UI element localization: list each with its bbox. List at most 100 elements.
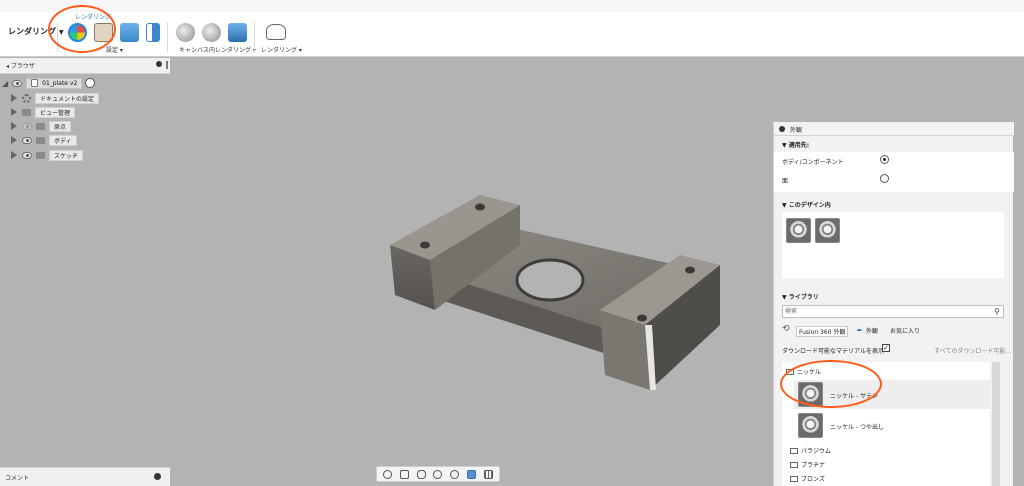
in-design-swatches xyxy=(782,212,1004,278)
library-search-input[interactable] xyxy=(785,307,985,316)
library-search-box: ⚲ xyxy=(782,305,1004,318)
capture-image-icon[interactable] xyxy=(228,23,247,42)
folder-bronze[interactable]: ブロンズ xyxy=(790,474,825,483)
expand-icon[interactable] xyxy=(11,122,17,130)
mounting-hole xyxy=(685,266,695,274)
pin-icon[interactable] xyxy=(156,61,162,67)
folder-icon xyxy=(36,136,45,144)
material-nickel-polished[interactable]: ニッケル - つや出し xyxy=(794,411,990,440)
option-body-component-label: ボディ/コンポーネント xyxy=(782,159,844,166)
downloadable-label: ダウンロード可能なマテリアルを表示 xyxy=(782,348,884,355)
expand-icon[interactable] xyxy=(11,151,17,159)
panel-header: 外観 xyxy=(774,122,1014,136)
apply-to-options: ボディ/コンポーネント 面 xyxy=(774,152,1014,192)
browser-item-origin[interactable]: 原点 xyxy=(11,120,72,132)
annotation-circle xyxy=(780,360,882,408)
browser-item-label: ビュー管理 xyxy=(35,106,76,118)
fit-icon[interactable] xyxy=(450,469,460,479)
panel-grip-icon[interactable] xyxy=(166,61,168,69)
orbit-icon[interactable] xyxy=(382,469,392,479)
browser-item-label: ドキュメントの設定 xyxy=(35,92,100,104)
title-bar xyxy=(0,0,1024,12)
refresh-icon[interactable]: ⟲ xyxy=(782,324,790,334)
folder-icon xyxy=(36,151,45,159)
display-settings-icon[interactable] xyxy=(467,469,477,479)
group-label-in-canvas-render[interactable]: キャンバス内レンダリング ▾ xyxy=(179,45,256,54)
tab-my-appearances[interactable]: 外観 xyxy=(866,326,878,335)
visibility-eye-icon[interactable] xyxy=(12,79,23,87)
close-icon[interactable] xyxy=(779,126,785,132)
in-design-section[interactable]: ▼ このデザイン内 xyxy=(782,200,831,209)
folder-platinum[interactable]: プラチナ xyxy=(790,460,825,469)
browser-header: ◂ ブラウザ xyxy=(0,58,170,74)
document-icon xyxy=(31,79,39,87)
teapot-render-icon[interactable] xyxy=(266,24,286,40)
mounting-hole xyxy=(475,203,485,211)
browser-item-document-settings[interactable]: ドキュメントの設定 xyxy=(11,92,100,104)
activate-radio-icon[interactable] xyxy=(85,78,96,88)
scene-settings-icon[interactable] xyxy=(120,23,139,42)
appearance-panel: 外観 ▼ 適用先: ボディ/コンポーネント 面 ▼ このデザイン内 ▼ ライブラ… xyxy=(773,122,1014,486)
mounting-hole xyxy=(637,314,647,322)
divider xyxy=(254,22,255,52)
folder-icon xyxy=(790,462,798,468)
material-swatch xyxy=(798,413,823,438)
root-component[interactable]: 01_plate v2 xyxy=(26,77,83,89)
tab-fusion-appearances[interactable]: Fusion 360 外観 xyxy=(796,326,849,337)
ribbon-toolbar: レンダリング▼ レンダリング 設定 ▾ キャンバス内レンダリング ▾ レンダリン… xyxy=(0,12,1024,57)
expand-icon[interactable] xyxy=(11,108,17,116)
option-body-component-radio[interactable] xyxy=(880,155,889,164)
collapse-icon[interactable]: ◢ xyxy=(2,79,8,88)
material-label: ニッケル - つや出し xyxy=(830,424,884,431)
expand-icon[interactable] xyxy=(11,94,17,102)
center-hole xyxy=(515,258,585,302)
material-swatch[interactable] xyxy=(815,218,840,243)
library-section[interactable]: ▼ ライブラリ xyxy=(782,292,819,301)
visibility-eye-icon[interactable] xyxy=(22,136,32,144)
model-viewport[interactable] xyxy=(380,185,730,395)
comments-title: コメント xyxy=(5,475,30,482)
tab-favorites[interactable]: お気に入り xyxy=(890,326,920,335)
mounting-hole xyxy=(420,241,430,249)
search-icon[interactable]: ⚲ xyxy=(994,307,1000,316)
expand-icon[interactable] xyxy=(11,136,17,144)
folder-label: パラジウム xyxy=(801,448,831,455)
group-label-render[interactable]: レンダリング ▾ xyxy=(261,45,302,54)
option-face-label: 面 xyxy=(782,178,789,185)
apply-to-section[interactable]: ▼ 適用先: xyxy=(782,140,809,149)
browser-item-label: ボディ xyxy=(49,134,77,146)
browser-item-bodies[interactable]: ボディ xyxy=(11,134,77,146)
comments-bar: コメント xyxy=(0,467,170,486)
browser-item-sketches[interactable]: スケッチ xyxy=(11,149,84,161)
group-label-setup[interactable]: 設定 ▾ xyxy=(106,45,123,54)
grid-icon[interactable] xyxy=(483,469,493,479)
browser-root[interactable]: ◢ 01_plate v2 xyxy=(2,77,96,89)
library-scrollbar[interactable] xyxy=(992,362,1000,486)
zoom-icon[interactable] xyxy=(433,469,443,479)
library-tabs: ⟲ Fusion 360 外観 ☁ 外観 お気に入り xyxy=(782,323,1004,337)
add-comment-icon[interactable] xyxy=(154,473,161,480)
folder-palladium[interactable]: パラジウム xyxy=(790,446,831,455)
visibility-eye-icon[interactable] xyxy=(22,151,32,159)
pan-icon[interactable] xyxy=(416,469,426,479)
folder-label: プラチナ xyxy=(801,462,826,469)
decal-icon[interactable] xyxy=(146,23,160,42)
panel-title: 外観 xyxy=(790,127,803,134)
in-canvas-render-icon[interactable] xyxy=(176,23,195,42)
folder-icon xyxy=(36,122,45,130)
browser-title: ◂ ブラウザ xyxy=(6,63,35,70)
cloud-icon: ☁ xyxy=(856,326,862,333)
look-at-icon[interactable] xyxy=(399,469,409,479)
visibility-eye-icon[interactable] xyxy=(22,122,32,130)
in-canvas-render-settings-icon[interactable] xyxy=(202,23,221,42)
material-swatch[interactable] xyxy=(786,218,811,243)
downloadable-checkbox[interactable]: ✓ xyxy=(882,344,890,352)
root-label: 01_plate v2 xyxy=(42,79,78,87)
option-face-radio[interactable] xyxy=(880,174,889,183)
download-all-link[interactable]: すべてのダウンロード可能... xyxy=(934,346,1011,355)
browser-item-named-views[interactable]: ビュー管理 xyxy=(11,106,76,118)
browser-item-label: 原点 xyxy=(49,120,72,132)
folder-icon xyxy=(790,476,798,482)
browser-item-label: スケッチ xyxy=(49,149,84,161)
folder-label: ブロンズ xyxy=(801,476,825,483)
